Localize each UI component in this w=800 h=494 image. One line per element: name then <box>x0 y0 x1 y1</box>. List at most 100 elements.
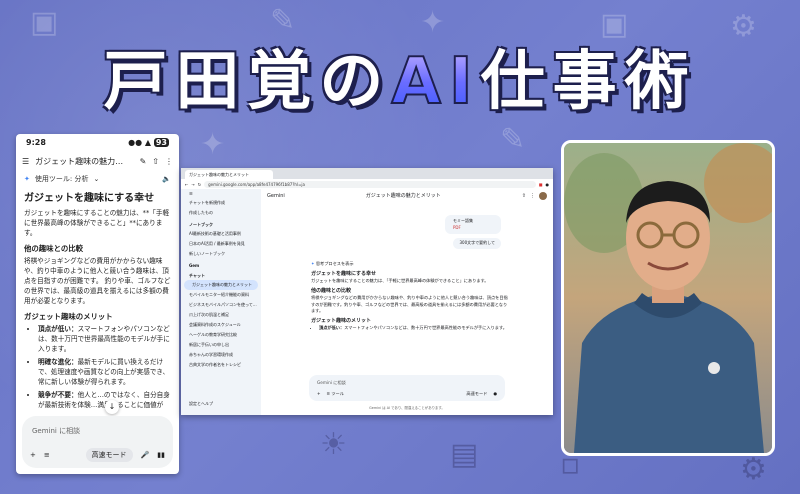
avatar[interactable] <box>539 192 547 200</box>
sidebar-item-chat[interactable]: 古典文学の作者名をトレシピ <box>181 360 261 370</box>
browser-screenshot: ガジェット趣味の魅力とメリット ← → ↻ gemini.google.com/… <box>181 168 553 415</box>
share-icon[interactable]: ⇧ <box>522 193 526 200</box>
user-attachment-bubble: モミー語集 PDF <box>445 215 501 234</box>
add-icon[interactable]: + <box>317 391 321 398</box>
url-field[interactable]: gemini.google.com/app/a8fe474796f1b87?hl… <box>204 180 536 188</box>
bar-chart-icon: ▤ <box>450 437 479 472</box>
mode-selector[interactable]: 高速モード <box>466 391 487 398</box>
chat-title: ガジェット趣味の魅力… <box>35 156 124 166</box>
scroll-down-button[interactable]: ↓ <box>105 400 119 414</box>
sidebar-item-settings[interactable]: 設定とヘルプ <box>181 399 221 409</box>
tools-row: ✦ 使用ツール: 分析 ⌄ 🔈 <box>16 172 179 186</box>
sidebar-item-chat[interactable]: 新居に手伝いの申し出 <box>181 340 261 350</box>
response-body: ガジェットを趣味にする幸せ ガジェットを趣味にすることの魅力は、**「手軽に世界… <box>16 186 179 415</box>
phone-screenshot: 9:28 ●● ▲ 93 ☰ ガジェット趣味の魅力… ✎ ⇧ ⋮ ✦ 使用ツール… <box>16 134 179 474</box>
title-part2: 仕事術 <box>480 45 697 119</box>
chat-title: ガジェット趣味の魅力とメリット <box>365 192 441 199</box>
status-time: 9:28 <box>26 137 46 147</box>
author-photo <box>561 140 775 456</box>
sidebar-menu-icon[interactable]: ☰ <box>181 189 261 198</box>
sidebar-item-notebook[interactable]: 日本のAI活用 / 最新事例を発見 <box>181 239 261 249</box>
composer-toolbar: + ≡ ツール 高速モード ● <box>317 391 497 398</box>
app-name: Gemini <box>267 192 285 199</box>
app-bar: ☰ ガジェット趣味の魅力… ✎ ⇧ ⋮ <box>16 150 179 172</box>
bullet-label: 競争が不要： <box>38 391 78 399</box>
mic-icon[interactable]: 🎤 <box>141 451 150 459</box>
section2-title: ガジェット趣味のメリット <box>24 312 113 321</box>
response-intro: ガジェットを趣味にすることの魅力は、**「手軽に世界最高峰の体験ができること」*… <box>24 209 170 237</box>
sidebar-item-chat[interactable]: 赤ちゃんの学習環境作成 <box>181 350 261 360</box>
author-photo-image <box>564 143 772 453</box>
add-icon[interactable]: + <box>30 451 36 459</box>
benefit-list: 頂点が低い：スマートフォンやパソコンなどは、数十万円で世界最高性能のモデルが手に… <box>24 324 171 410</box>
sidebar-item-created[interactable]: 作成したもの <box>181 208 261 218</box>
banner-title: 戸田覚のAI仕事術 <box>0 30 800 122</box>
title-ai: AI <box>390 44 481 120</box>
tools-button[interactable]: ≡ ツール <box>327 391 344 398</box>
battery-level: 93 <box>153 137 169 147</box>
edit-icon[interactable]: ✎ <box>140 157 147 166</box>
mic-icon[interactable]: ● <box>493 391 497 398</box>
bullet-label: 頂点が低い： <box>319 325 345 330</box>
sidebar-item-new-chat[interactable]: チャットを新規作成 <box>181 198 261 208</box>
menu-icon[interactable]: ☰ <box>22 157 29 166</box>
tools-icon[interactable]: ≡ <box>44 451 50 459</box>
back-icon[interactable]: ← <box>185 182 188 187</box>
list-item: 頂点が低い：スマートフォンやパソコンなどは、数十万円で世界最高性能のモデルが手に… <box>319 325 511 332</box>
attachment-type: PDF <box>453 224 461 230</box>
thinking-label: 思考プロセスを表示 <box>315 261 354 266</box>
gear-icon-2: ⚙ <box>740 452 767 487</box>
voice-icon[interactable]: ▮▮ <box>157 451 165 459</box>
bullet-text: スマートフォンやパソコンなどは、数十万円で世界最高性能のモデルが手に入ります。 <box>344 325 507 330</box>
user-message-bubble: 300文字で要約して <box>453 238 501 249</box>
composer[interactable]: Gemini に相談 + ≡ 高速モード 🎤 ▮▮ <box>22 416 173 468</box>
forward-icon[interactable]: → <box>191 182 194 187</box>
profile-icon[interactable]: ● <box>546 182 550 187</box>
section1-title: 他の趣味との比較 <box>311 287 351 294</box>
chat-bubble-icon-2: ✎ <box>500 122 526 157</box>
composer-input[interactable]: Gemini に相談 <box>32 426 80 436</box>
chevron-down-icon[interactable]: ⌄ <box>93 175 99 183</box>
sidebar-item-notebook[interactable]: 新しいノートブック <box>181 249 261 259</box>
bullet-label: 頂点が低い： <box>38 325 78 333</box>
thinking-toggle[interactable]: ✦ 思考プロセスを表示 <box>311 261 511 268</box>
section1-body: 将棋やジョギングなどの費用がかからない趣味や、釣り中車のように他人と競い合う趣味… <box>311 295 508 313</box>
tools-label: 使用ツール: 分析 <box>34 175 89 183</box>
benefit-list: 頂点が低い：スマートフォンやパソコンなどは、数十万円で世界最高性能のモデルが手に… <box>311 325 511 332</box>
composer-input[interactable]: Gemini に相談 <box>317 380 346 387</box>
share-icon[interactable]: ⇧ <box>152 157 159 166</box>
gemini-sparkle-icon: ✦ <box>24 175 30 183</box>
sidebar-item-chat[interactable]: ヘーゲルの教育学研究比較 <box>181 330 261 340</box>
disclaimer: Gemini は AI であり、間違えることがあります。 <box>369 405 445 410</box>
browser-tab[interactable]: ガジェット趣味の魅力とメリット <box>185 170 273 179</box>
sidebar-item-chat[interactable]: モバイルモニター紹介機能の資料 <box>181 290 261 300</box>
chat-main: Gemini ガジェット趣味の魅力とメリット ⇧ ⋮ モミー語集 PDF 300… <box>261 189 553 415</box>
address-bar-row: ← → ↻ gemini.google.com/app/a8fe474796f1… <box>181 179 553 189</box>
section1-title: 他の趣味との比較 <box>24 244 84 253</box>
sidebar-notebook-header: ノートブック <box>189 222 213 227</box>
section2-title: ガジェット趣味のメリット <box>311 317 372 324</box>
composer-toolbar: + ≡ 高速モード 🎤 ▮▮ <box>30 448 165 462</box>
sidebar-item-chat[interactable]: ビジネスモバイルパソコンを使って… <box>181 300 261 310</box>
sidebar-item-chat-active[interactable]: ガジェット趣味の魅力とメリット <box>184 280 258 290</box>
more-icon[interactable]: ⋮ <box>530 193 535 200</box>
more-icon[interactable]: ⋮ <box>165 157 173 166</box>
sidebar-item-notebook[interactable]: AI最新技術の基礎と活用事例 <box>181 229 261 239</box>
tools-label: ツール <box>331 390 344 396</box>
extensions-icon[interactable]: ■ <box>539 182 543 187</box>
chat-header: Gemini ガジェット趣味の魅力とメリット ⇧ ⋮ <box>261 189 553 203</box>
sparkle-icon-2: ✦ <box>200 127 226 162</box>
list-item: 頂点が低い：スマートフォンやパソコンなどは、数十万円で世界最高性能のモデルが手に… <box>38 324 171 354</box>
sidebar-item-chat[interactable]: 爪上げ次の肌温と補足 <box>181 310 261 320</box>
status-icons: ●● ▲ 93 <box>128 137 169 147</box>
title-part1: 戸田覚の <box>103 45 392 119</box>
speaker-icon[interactable]: 🔈 <box>162 175 171 183</box>
response-heading: ガジェットを趣味にする幸せ <box>24 193 155 204</box>
sidebar-gems-header[interactable]: Gem <box>181 259 261 269</box>
sidebar-chats-header: チャット <box>189 273 205 278</box>
sidebar-item-chat[interactable]: 会議資料作成のスケジュール <box>181 320 261 330</box>
bullet-label: 明確な進化： <box>38 358 78 366</box>
mode-selector[interactable]: 高速モード <box>85 448 133 462</box>
reload-icon[interactable]: ↻ <box>198 182 201 187</box>
composer[interactable]: Gemini に相談 + ≡ ツール 高速モード ● <box>309 375 505 401</box>
